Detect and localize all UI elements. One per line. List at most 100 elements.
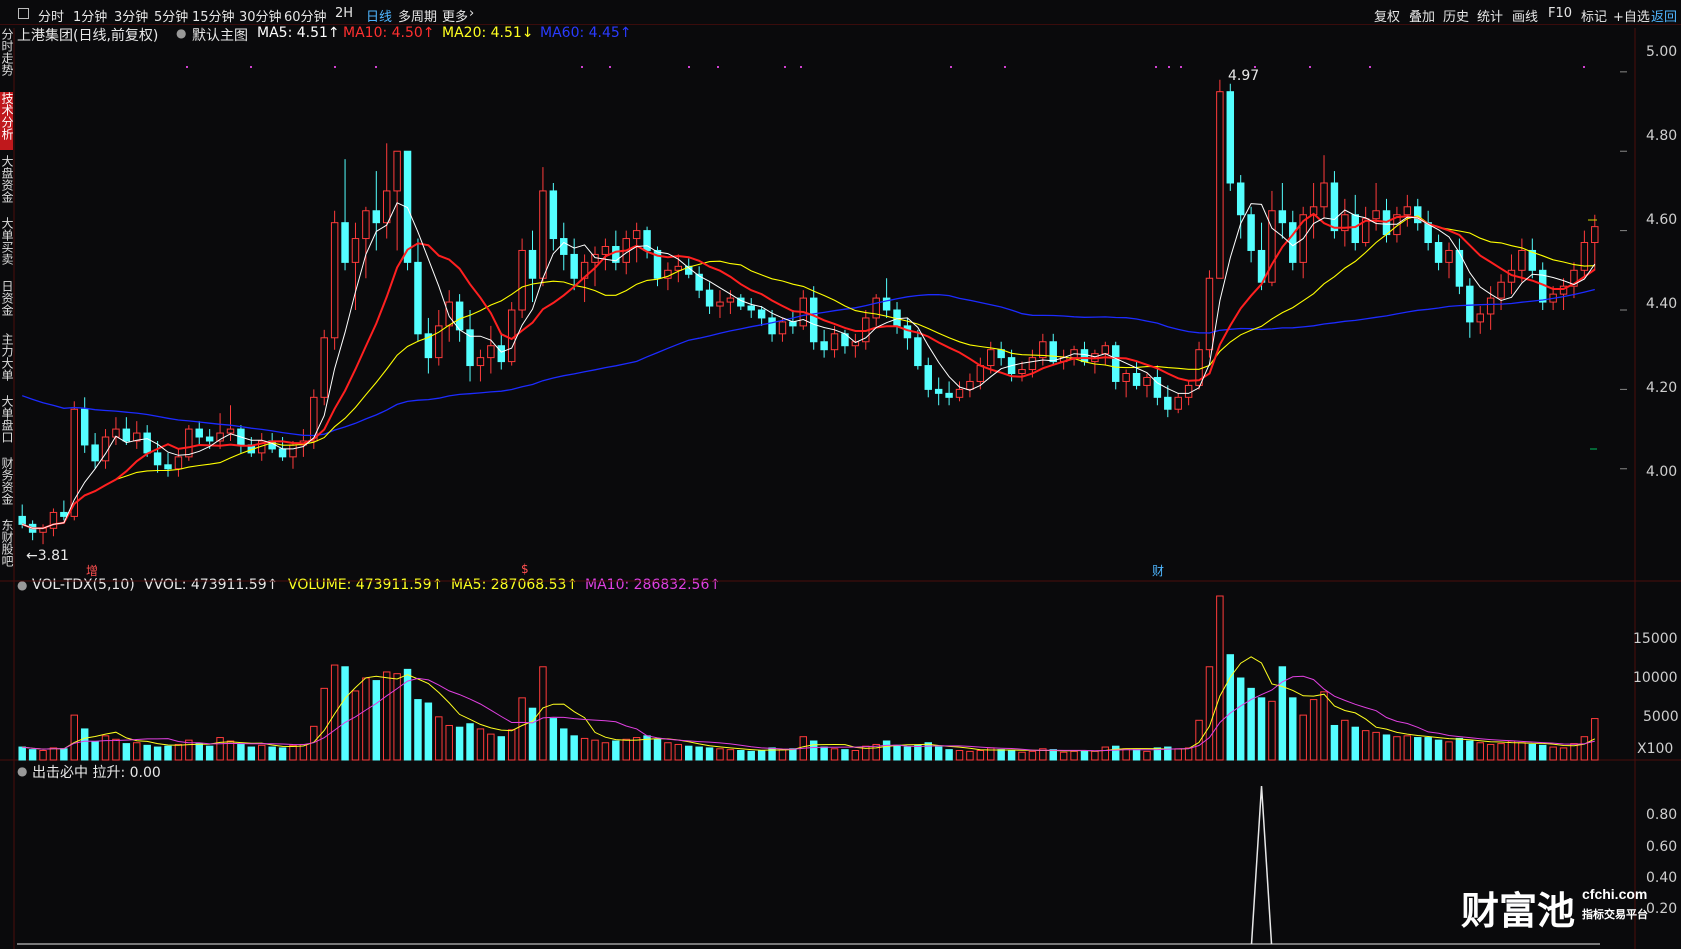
candle-body (393, 150, 401, 192)
event-dot (950, 66, 952, 68)
candle-body (987, 349, 995, 367)
volume-bar (1018, 751, 1026, 761)
ma20-line (22, 215, 1595, 529)
volume-bar (1341, 719, 1349, 761)
candle-body (1101, 345, 1110, 355)
event-dot (334, 66, 336, 68)
candle-body (1434, 242, 1443, 263)
volume-bar (216, 737, 224, 761)
candle-body (1164, 396, 1172, 410)
volume-bar (757, 750, 766, 761)
candle-body (153, 452, 162, 466)
volume-bar (809, 740, 818, 761)
candle-body (560, 238, 568, 255)
candle-body (570, 253, 578, 279)
volume-bar (1424, 737, 1432, 761)
volume-bar (1309, 699, 1318, 761)
volume-bar (299, 743, 308, 761)
volume-bar (976, 750, 985, 761)
volume-bar (747, 750, 755, 761)
volume-bar (1070, 750, 1078, 761)
candle-body (341, 222, 349, 263)
candle-body (1518, 249, 1526, 271)
candle-body (726, 297, 735, 303)
kline-chart[interactable] (0, 0, 1681, 949)
candle-body (362, 210, 370, 240)
volume-bar (362, 677, 370, 761)
candle-body (1278, 210, 1287, 224)
volume-bar (518, 697, 526, 761)
event-dot (1168, 66, 1170, 68)
candle-body (1122, 373, 1130, 382)
volume-bar (39, 750, 47, 761)
signal-spike (1250, 785, 1273, 945)
volume-bar (1351, 726, 1359, 761)
volume-bar (1528, 743, 1537, 761)
candle-body (705, 289, 714, 307)
volume-bar (1132, 749, 1141, 761)
volume-bar (1361, 730, 1370, 761)
candle-body (1018, 369, 1026, 375)
volume-bar (320, 687, 328, 761)
volume-bar (258, 744, 266, 761)
candle-body (1226, 91, 1235, 184)
candle-body (955, 388, 964, 398)
event-dot (1004, 66, 1006, 68)
candle-body (1445, 249, 1453, 263)
volume-bar (1320, 691, 1328, 761)
candle-body (1351, 214, 1359, 244)
low-price-marker: ←3.81 (26, 548, 69, 564)
event-dot (250, 66, 252, 68)
event-dot (375, 66, 377, 68)
event-dot (609, 66, 611, 68)
volume-bar (195, 743, 203, 761)
volume-bar (507, 729, 516, 761)
candle-body (518, 249, 526, 311)
volume-bar (1257, 697, 1266, 761)
event-marker-increase[interactable]: 增 (86, 562, 98, 579)
candle-body (539, 190, 547, 279)
candle-body (966, 380, 974, 390)
volume-bar (1330, 724, 1339, 761)
volume-bar (685, 745, 693, 761)
volume-bar (143, 744, 151, 761)
candle-body (1486, 297, 1495, 315)
candle-body (507, 309, 516, 363)
candle-body (1268, 210, 1276, 283)
volume-bar (455, 726, 464, 761)
volume-bar (382, 671, 391, 761)
volume-bar (80, 728, 89, 761)
volume-bar (705, 747, 714, 761)
candle-body (205, 436, 214, 442)
volume-bar (580, 737, 589, 761)
volume-bar (1049, 749, 1057, 761)
candle-body (976, 365, 985, 382)
event-marker-finance[interactable]: 财 (1152, 562, 1164, 579)
event-marker-dividend[interactable]: $ (521, 562, 529, 576)
candle-body (768, 317, 776, 335)
slogan-watermark: 指标交易平台 (1582, 909, 1648, 921)
volume-bar (549, 718, 558, 761)
volume-bar (674, 743, 683, 761)
y-label-420: 4.20 (1646, 380, 1678, 396)
volume-bar (934, 746, 943, 761)
candle-body (310, 396, 318, 442)
candle-body (830, 333, 839, 351)
volume-bar (278, 747, 287, 761)
candle-body (1174, 396, 1182, 410)
volume-bar (1476, 742, 1484, 761)
volume-bar (330, 664, 339, 761)
volume-bar (1236, 677, 1245, 761)
candle-body (382, 190, 391, 224)
volume-bar (341, 666, 349, 761)
candle-body (1216, 91, 1224, 279)
brand-watermark: 财富池 (1461, 891, 1576, 933)
candle-body (528, 249, 537, 279)
candle-body (487, 345, 495, 359)
candle-body (1205, 277, 1214, 351)
event-dot (717, 66, 719, 68)
candle-body (632, 230, 641, 240)
candle-body (372, 210, 381, 224)
ma5-line (22, 202, 1596, 529)
candle-body (351, 238, 360, 263)
